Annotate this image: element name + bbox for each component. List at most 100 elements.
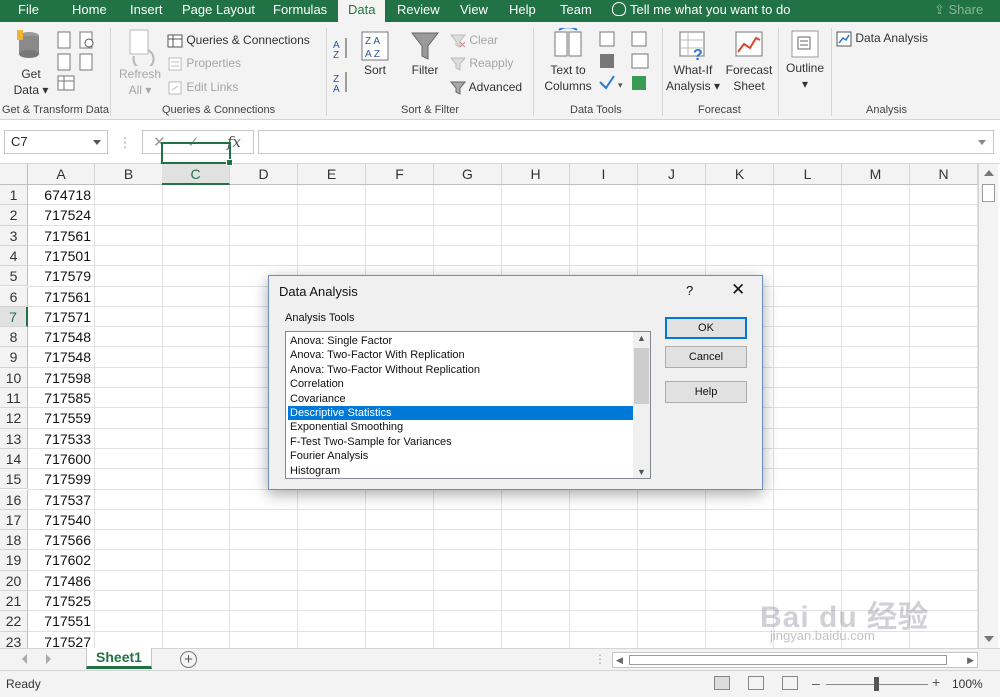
analysis-tool-item[interactable]: Anova: Two-Factor Without Replication <box>288 363 633 377</box>
row-header-11[interactable]: 11 <box>0 388 28 409</box>
analysis-tool-item[interactable]: F-Test Two-Sample for Variances <box>288 435 633 449</box>
queries-connections-button[interactable]: Queries & Connections <box>167 30 310 50</box>
split-grip-icon[interactable]: ⋮ <box>594 652 606 666</box>
sort-az-icon[interactable]: A Z Z A <box>333 36 351 94</box>
filter-button[interactable]: Filter <box>406 30 444 78</box>
tab-view[interactable]: View <box>452 0 496 22</box>
scroll-up-icon[interactable] <box>984 170 994 176</box>
expand-formula-icon[interactable] <box>978 140 986 145</box>
help-button[interactable]: Help <box>665 381 747 403</box>
what-if-analysis-button[interactable]: ? What-If Analysis ▾ <box>664 28 722 94</box>
cell-a7[interactable]: 717571 <box>28 307 94 327</box>
scroll-down-icon[interactable] <box>984 636 994 642</box>
cell-a9[interactable]: 717548 <box>28 347 94 367</box>
sheet-next-icon[interactable] <box>46 654 51 664</box>
row-header-7[interactable]: 7 <box>0 306 28 328</box>
get-transform-small-icons[interactable] <box>56 30 98 96</box>
column-header-l[interactable]: L <box>774 164 842 185</box>
formula-input[interactable] <box>258 130 994 154</box>
cell-a4[interactable]: 717501 <box>28 246 94 266</box>
cell-a18[interactable]: 717566 <box>28 530 94 550</box>
sheet-tab-sheet1[interactable]: Sheet1 <box>86 648 152 669</box>
analysis-tool-item[interactable]: Histogram <box>288 464 633 478</box>
column-header-g[interactable]: G <box>434 164 502 185</box>
sort-button[interactable]: Z A A Z Sort <box>358 30 392 78</box>
column-header-m[interactable]: M <box>842 164 910 185</box>
column-header-k[interactable]: K <box>706 164 774 185</box>
properties-button[interactable]: Properties <box>167 53 241 73</box>
tab-team[interactable]: Team <box>552 0 600 22</box>
cell-a8[interactable]: 717548 <box>28 327 94 347</box>
data-tools-small-icons[interactable]: ▾ <box>598 30 654 94</box>
vertical-scroll-thumb[interactable] <box>982 184 995 202</box>
row-header-8[interactable]: 8 <box>0 327 28 348</box>
row-header-17[interactable]: 17 <box>0 509 28 531</box>
tab-formulas[interactable]: Formulas <box>265 0 335 22</box>
zoom-in-icon[interactable]: + <box>932 674 940 690</box>
reapply-button[interactable]: Reapply <box>450 53 513 73</box>
get-data-button[interactable]: Get Data ▾ <box>6 26 56 98</box>
dialog-help-icon[interactable]: ? <box>686 283 693 298</box>
tab-insert[interactable]: Insert <box>122 0 171 22</box>
listbox-scrollbar[interactable]: ▲ ▼ <box>633 332 650 478</box>
normal-view-icon[interactable] <box>714 676 730 690</box>
row-header-1[interactable]: 1 <box>0 185 28 206</box>
cell-a12[interactable]: 717559 <box>28 408 94 428</box>
row-header-23[interactable]: 23 <box>0 631 28 648</box>
analysis-tool-item[interactable]: Anova: Single Factor <box>288 334 633 348</box>
row-header-10[interactable]: 10 <box>0 367 28 388</box>
tab-review[interactable]: Review <box>389 0 448 22</box>
row-header-2[interactable]: 2 <box>0 205 28 226</box>
cell-a15[interactable]: 717599 <box>28 469 94 489</box>
listbox-scroll-thumb[interactable] <box>634 348 649 404</box>
ok-button[interactable]: OK <box>665 317 747 339</box>
row-header-14[interactable]: 14 <box>0 448 28 470</box>
row-header-9[interactable]: 9 <box>0 347 28 368</box>
column-header-e[interactable]: E <box>298 164 366 185</box>
tab-help[interactable]: Help <box>501 0 544 22</box>
cell-a3[interactable]: 717561 <box>28 226 94 246</box>
row-header-16[interactable]: 16 <box>0 489 28 510</box>
cell-a16[interactable]: 717537 <box>28 490 94 510</box>
column-header-h[interactable]: H <box>502 164 570 185</box>
row-header-4[interactable]: 4 <box>0 245 28 267</box>
zoom-slider-thumb[interactable] <box>874 677 879 691</box>
column-header-j[interactable]: J <box>638 164 706 185</box>
row-header-18[interactable]: 18 <box>0 530 28 551</box>
column-header-d[interactable]: D <box>230 164 298 185</box>
analysis-tools-listbox[interactable]: ▲ ▼ Anova: Single Factor Anova: Two-Facto… <box>285 331 651 479</box>
cancel-button[interactable]: Cancel <box>665 346 747 368</box>
scroll-left-icon[interactable]: ◀ <box>616 655 623 666</box>
tab-file[interactable]: File <box>10 0 47 22</box>
cell-a20[interactable]: 717486 <box>28 571 94 591</box>
cell-a2[interactable]: 717524 <box>28 205 94 225</box>
column-header-f[interactable]: F <box>366 164 434 185</box>
row-header-13[interactable]: 13 <box>0 428 28 449</box>
column-header-c[interactable]: C <box>162 164 230 185</box>
edit-links-button[interactable]: Edit Links <box>167 77 238 97</box>
horizontal-scroll-thumb[interactable] <box>629 655 947 665</box>
analysis-tool-item[interactable]: Fourier Analysis <box>288 449 633 463</box>
column-header-b[interactable]: B <box>95 164 163 185</box>
row-header-20[interactable]: 20 <box>0 570 28 591</box>
cell-a19[interactable]: 717602 <box>28 550 94 570</box>
analysis-tool-item[interactable]: Exponential Smoothing <box>288 420 633 434</box>
scroll-right-icon[interactable]: ▶ <box>967 655 974 666</box>
forecast-sheet-button[interactable]: Forecast Sheet <box>722 28 776 94</box>
cell-a21[interactable]: 717525 <box>28 591 94 611</box>
zoom-level[interactable]: 100% <box>952 677 983 691</box>
cell-a14[interactable]: 717600 <box>28 449 94 469</box>
tab-page-layout[interactable]: Page Layout <box>174 0 263 22</box>
listbox-scroll-up-icon[interactable]: ▲ <box>637 333 646 343</box>
cell-a11[interactable]: 717585 <box>28 388 94 408</box>
cell-a22[interactable]: 717551 <box>28 611 94 631</box>
analysis-tool-item[interactable]: Covariance <box>288 392 633 406</box>
row-header-3[interactable]: 3 <box>0 225 28 246</box>
row-header-6[interactable]: 6 <box>0 286 28 307</box>
tell-me-search[interactable]: Tell me what you want to do <box>612 0 790 22</box>
cell-a13[interactable]: 717533 <box>28 429 94 449</box>
cell-a1[interactable]: 674718 <box>28 185 94 205</box>
cell-a17[interactable]: 717540 <box>28 510 94 530</box>
row-header-19[interactable]: 19 <box>0 550 28 571</box>
cell-a5[interactable]: 717579 <box>28 266 94 286</box>
